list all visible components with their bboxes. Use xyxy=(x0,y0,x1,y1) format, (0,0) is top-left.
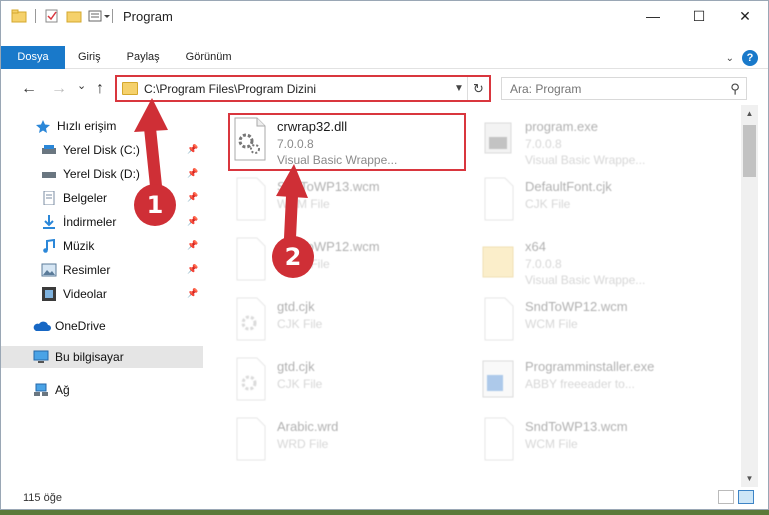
step-2-badge: 2 xyxy=(272,236,314,278)
annotation-arrows xyxy=(134,98,308,244)
step-1-badge: 1 xyxy=(134,184,176,226)
